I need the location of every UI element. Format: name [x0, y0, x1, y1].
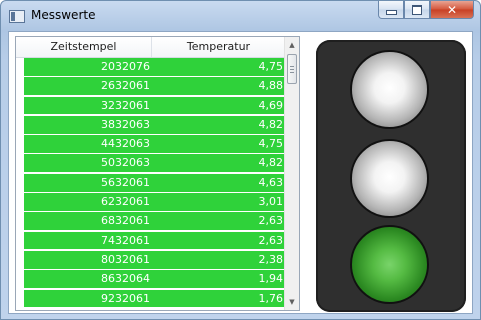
window-icon: [9, 10, 25, 23]
minimize-button[interactable]: [378, 1, 404, 19]
temperature-cell: 3,01: [258, 195, 284, 209]
timestamp-cell: 2632061: [101, 79, 150, 93]
table-row[interactable]: 6832061 2,63: [24, 212, 285, 231]
timestamp-cell: 9232061: [101, 291, 150, 305]
grid-rows: 2032076 4,75 2632061 4,88 3232061 4,69 3832…: [24, 58, 285, 309]
timestamp-cell: 3232061: [101, 98, 150, 112]
column-header-timestamp[interactable]: Zeitstempel: [16, 37, 152, 57]
timestamp-cell: 4432063: [101, 137, 150, 151]
grip-line: [290, 66, 294, 67]
timestamp-cell: 7432061: [101, 233, 150, 247]
close-button[interactable]: ✕: [430, 1, 474, 19]
minimize-icon: [385, 10, 397, 15]
close-icon: ✕: [446, 2, 458, 17]
timestamp-cell: 2032076: [101, 60, 150, 73]
title-bar[interactable]: Messwerte ✕: [1, 1, 480, 31]
temperature-cell: 4,82: [258, 156, 284, 170]
temperature-cell: 4,69: [258, 98, 284, 112]
table-row[interactable]: 2632061 4,88: [24, 77, 285, 96]
traffic-light-middle-lamp: [350, 139, 429, 218]
temperature-cell: 4,75: [258, 60, 284, 73]
temperature-cell: 2,63: [258, 214, 284, 228]
table-row[interactable]: 5032063 4,82: [24, 154, 285, 173]
maximize-button[interactable]: [404, 1, 430, 19]
main-window: Messwerte ✕ Zeitstempel Temperatur 20320…: [0, 0, 481, 320]
table-row[interactable]: 3232061 4,69: [24, 96, 285, 115]
grid-header: Zeitstempel Temperatur: [16, 37, 285, 58]
temperature-cell: 1,76: [258, 291, 284, 305]
temperature-cell: 1,94: [258, 272, 284, 286]
vertical-scrollbar[interactable]: ▲ ▼: [284, 37, 299, 310]
temperature-cell: 4,75: [258, 137, 284, 151]
table-row[interactable]: 3832063 4,82: [24, 115, 285, 134]
table-row[interactable]: 7432061 2,63: [24, 231, 285, 250]
traffic-light-bottom-lamp: [350, 225, 429, 304]
window-controls: ✕: [378, 1, 474, 21]
temperature-cell: 4,82: [258, 117, 284, 131]
temperature-cell: 2,38: [258, 252, 284, 266]
timestamp-cell: 6232061: [101, 195, 150, 209]
table-row[interactable]: 6232061 3,01: [24, 193, 285, 211]
temperature-cell: 2,63: [258, 233, 284, 247]
table-row[interactable]: 8632064 1,94: [24, 270, 285, 289]
traffic-light: [316, 40, 466, 312]
table-row[interactable]: 4432063 4,75: [24, 135, 285, 153]
maximize-icon: [412, 4, 422, 15]
timestamp-cell: 3832063: [101, 117, 150, 131]
traffic-light-top-lamp: [350, 50, 429, 129]
temperature-cell: 4,88: [258, 79, 284, 93]
column-header-temperature[interactable]: Temperatur: [152, 37, 285, 57]
grip-line: [290, 69, 294, 70]
table-row[interactable]: 2032076 4,75: [24, 58, 285, 76]
timestamp-cell: 8632064: [101, 272, 150, 286]
timestamp-cell: 5632061: [101, 175, 150, 189]
window-title: Messwerte: [31, 8, 96, 22]
temperature-cell: 4,63: [258, 175, 284, 189]
timestamp-cell: 8032061: [101, 252, 150, 266]
table-row[interactable]: 9232061 1,76: [24, 289, 285, 308]
grip-line: [290, 72, 294, 73]
measurement-grid[interactable]: Zeitstempel Temperatur 2032076 4,75 26320…: [15, 36, 300, 311]
timestamp-cell: 5032063: [101, 156, 150, 170]
scroll-up-icon[interactable]: ▲: [285, 37, 299, 53]
table-row[interactable]: 8032061 2,38: [24, 250, 285, 269]
table-row[interactable]: 5632061 4,63: [24, 173, 285, 192]
scroll-thumb[interactable]: [287, 54, 297, 84]
timestamp-cell: 6832061: [101, 214, 150, 228]
scroll-down-icon[interactable]: ▼: [285, 294, 299, 310]
